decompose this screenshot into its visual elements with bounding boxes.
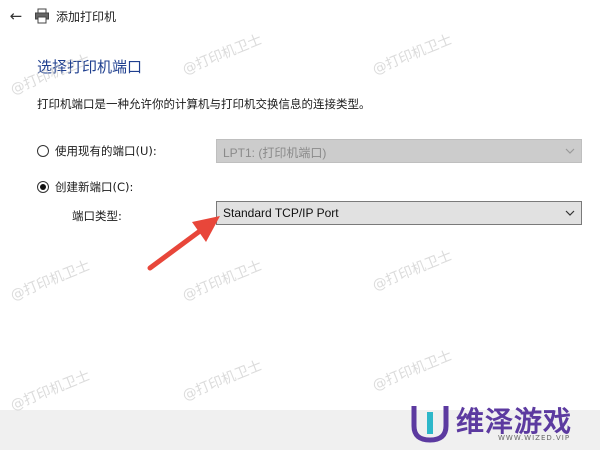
- watermark: @打印机卫士: [370, 347, 455, 395]
- watermark: @打印机卫士: [370, 31, 455, 79]
- port-type-value: Standard TCP/IP Port: [223, 206, 339, 220]
- page-description: 打印机端口是一种允许你的计算机与打印机交换信息的连接类型。: [37, 97, 371, 111]
- title-bar: ← 添加打印机: [0, 0, 600, 32]
- printer-icon: [35, 8, 49, 24]
- port-type-dropdown[interactable]: Standard TCP/IP Port: [216, 201, 582, 225]
- watermark: @打印机卫士: [370, 247, 455, 295]
- chevron-down-icon: [565, 148, 575, 154]
- window-title: 添加打印机: [56, 10, 117, 24]
- existing-port-dropdown: LPT1: (打印机端口): [216, 139, 582, 163]
- chevron-down-icon: [565, 210, 575, 216]
- red-arrow-annotation: [147, 216, 220, 271]
- logo-subtitle: WWW.WIZED.VIP: [498, 434, 571, 442]
- create-new-port-label[interactable]: 创建新端口(C):: [55, 179, 133, 195]
- back-arrow-icon[interactable]: ←: [6, 6, 26, 26]
- watermark: @打印机卫士: [8, 367, 93, 415]
- watermark: @打印机卫士: [180, 357, 265, 405]
- existing-port-value: LPT1: (打印机端口): [223, 146, 327, 160]
- brand-logo: 维泽游戏 WWW.WIZED.VIP: [404, 398, 594, 448]
- page-title: 选择打印机端口: [37, 58, 143, 76]
- watermark: @打印机卫士: [8, 257, 93, 305]
- create-new-port-radio[interactable]: [37, 181, 49, 193]
- watermark: @打印机卫士: [180, 31, 265, 79]
- use-existing-port-label[interactable]: 使用现有的端口(U):: [55, 143, 157, 159]
- use-existing-port-radio[interactable]: [37, 145, 49, 157]
- port-type-label: 端口类型:: [72, 209, 122, 223]
- logo-mark-icon: [411, 406, 449, 443]
